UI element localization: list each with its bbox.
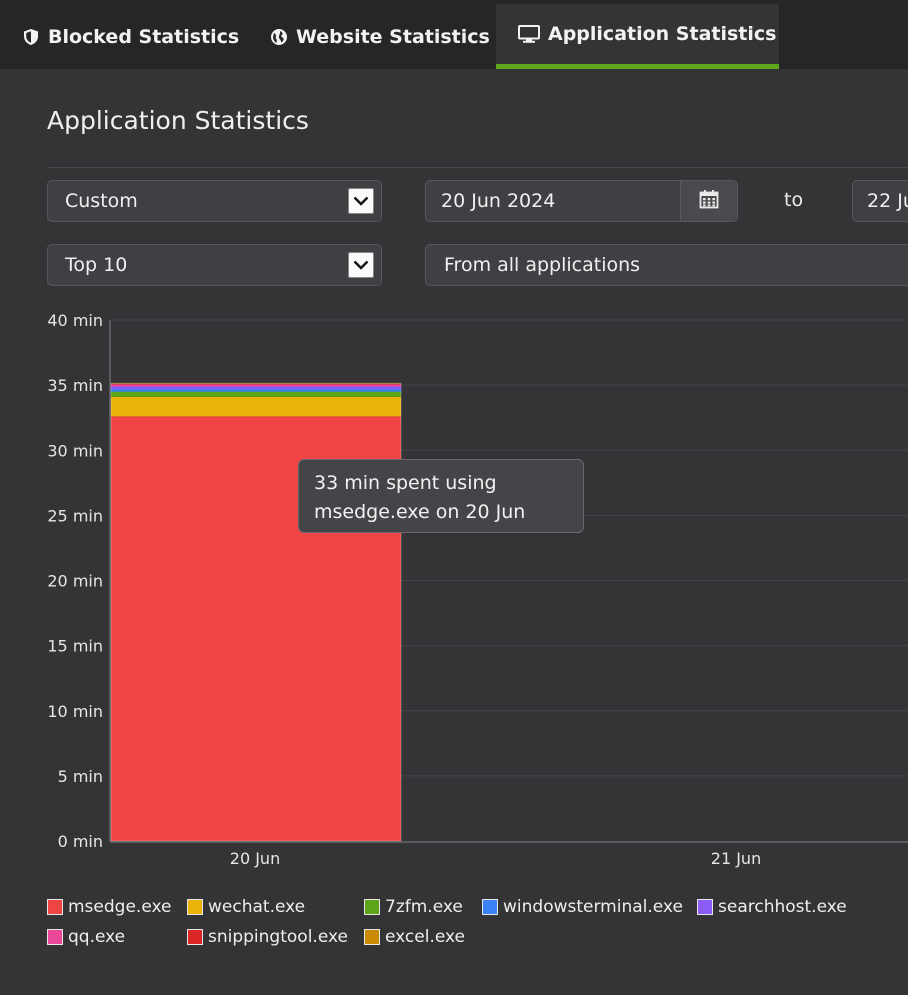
- tooltip-line-2: msedge.exe on 20 Jun: [314, 501, 526, 523]
- tab-label: Blocked Statistics: [48, 25, 240, 48]
- y-tick-label: 10 min: [47, 702, 103, 721]
- y-tick-label: 30 min: [47, 441, 103, 460]
- globe-icon: [270, 28, 288, 46]
- end-date-value: 22 Ju: [867, 190, 908, 212]
- top-count-select[interactable]: Top 10: [47, 244, 382, 286]
- bar-segment: [111, 391, 401, 397]
- start-date-input[interactable]: 20 Jun 2024: [425, 180, 738, 222]
- bar-segment: [111, 396, 401, 417]
- legend-label: searchhost.exe: [718, 897, 847, 917]
- legend-label: excel.exe: [385, 927, 466, 947]
- legend-swatch: [364, 929, 380, 945]
- tooltip-line-1: 33 min spent using: [314, 472, 497, 494]
- monitor-icon: [518, 25, 540, 43]
- chart-tooltip: 33 min spent using msedge.exe on 20 Jun: [298, 459, 584, 533]
- legend-item[interactable]: snippingtool.exe: [187, 927, 348, 947]
- bar-segment: [111, 386, 401, 390]
- legend-item[interactable]: 7zfm.exe: [364, 897, 463, 917]
- legend-swatch: [364, 899, 380, 915]
- tab-label: Application Statistics: [548, 23, 777, 45]
- shield-icon: [22, 28, 40, 46]
- legend-swatch: [697, 899, 713, 915]
- legend-item[interactable]: wechat.exe: [187, 897, 305, 917]
- legend-item[interactable]: excel.exe: [364, 927, 465, 947]
- page-title: Application Statistics: [47, 106, 309, 135]
- tab-website-statistics[interactable]: Website Statistics: [248, 4, 496, 69]
- range-select[interactable]: Custom: [47, 180, 382, 222]
- x-tick-label: 20 Jun: [230, 849, 280, 868]
- tab-application-statistics[interactable]: Application Statistics: [496, 4, 779, 69]
- legend-label: qq.exe: [68, 927, 126, 947]
- application-filter-select[interactable]: From all applications: [425, 244, 908, 286]
- bar-segment: [111, 389, 401, 392]
- calendar-button[interactable]: [680, 181, 737, 221]
- end-date-input[interactable]: 22 Ju: [852, 180, 908, 222]
- top-count-value: Top 10: [65, 254, 128, 276]
- legend-item[interactable]: qq.exe: [47, 927, 125, 947]
- y-tick-label: 0 min: [58, 832, 103, 851]
- y-tick-label: 35 min: [47, 376, 103, 395]
- y-tick-label: 5 min: [58, 767, 103, 786]
- legend-swatch: [47, 929, 63, 945]
- legend-item[interactable]: windowsterminal.exe: [482, 897, 683, 917]
- legend-label: wechat.exe: [208, 897, 306, 917]
- bar-segment: [111, 384, 401, 387]
- legend-label: snippingtool.exe: [208, 927, 348, 947]
- bar-segment: [111, 383, 401, 385]
- legend-swatch: [47, 899, 63, 915]
- y-tick-label: 15 min: [47, 637, 103, 656]
- y-tick-label: 25 min: [47, 506, 103, 525]
- legend-label: 7zfm.exe: [385, 897, 463, 917]
- tab-bar: Blocked Statistics Website Statistics Ap…: [0, 0, 908, 69]
- legend-item[interactable]: msedge.exe: [47, 897, 171, 917]
- title-divider: [47, 167, 908, 168]
- legend-item[interactable]: searchhost.exe: [697, 897, 847, 917]
- legend-label: msedge.exe: [68, 897, 172, 917]
- chevron-down-icon[interactable]: [348, 188, 374, 214]
- y-tick-label: 20 min: [47, 572, 103, 591]
- tab-blocked-statistics[interactable]: Blocked Statistics: [0, 4, 248, 69]
- legend-swatch: [187, 929, 203, 945]
- tab-label: Website Statistics: [296, 25, 490, 48]
- range-select-value: Custom: [65, 190, 138, 212]
- legend-swatch: [187, 899, 203, 915]
- y-tick-label: 40 min: [47, 311, 103, 330]
- legend-label: windowsterminal.exe: [503, 897, 683, 917]
- chevron-down-icon[interactable]: [348, 252, 374, 278]
- legend-swatch: [482, 899, 498, 915]
- calendar-icon: [699, 189, 719, 214]
- application-usage-chart: 0 min 5 min 10 min 15 min 20 min 25 min 30 min…: [47, 311, 908, 868]
- application-filter-value: From all applications: [444, 254, 641, 276]
- start-date-value: 20 Jun 2024: [441, 190, 556, 212]
- x-tick-label: 21 Jun: [711, 849, 761, 868]
- to-label: to: [784, 189, 804, 211]
